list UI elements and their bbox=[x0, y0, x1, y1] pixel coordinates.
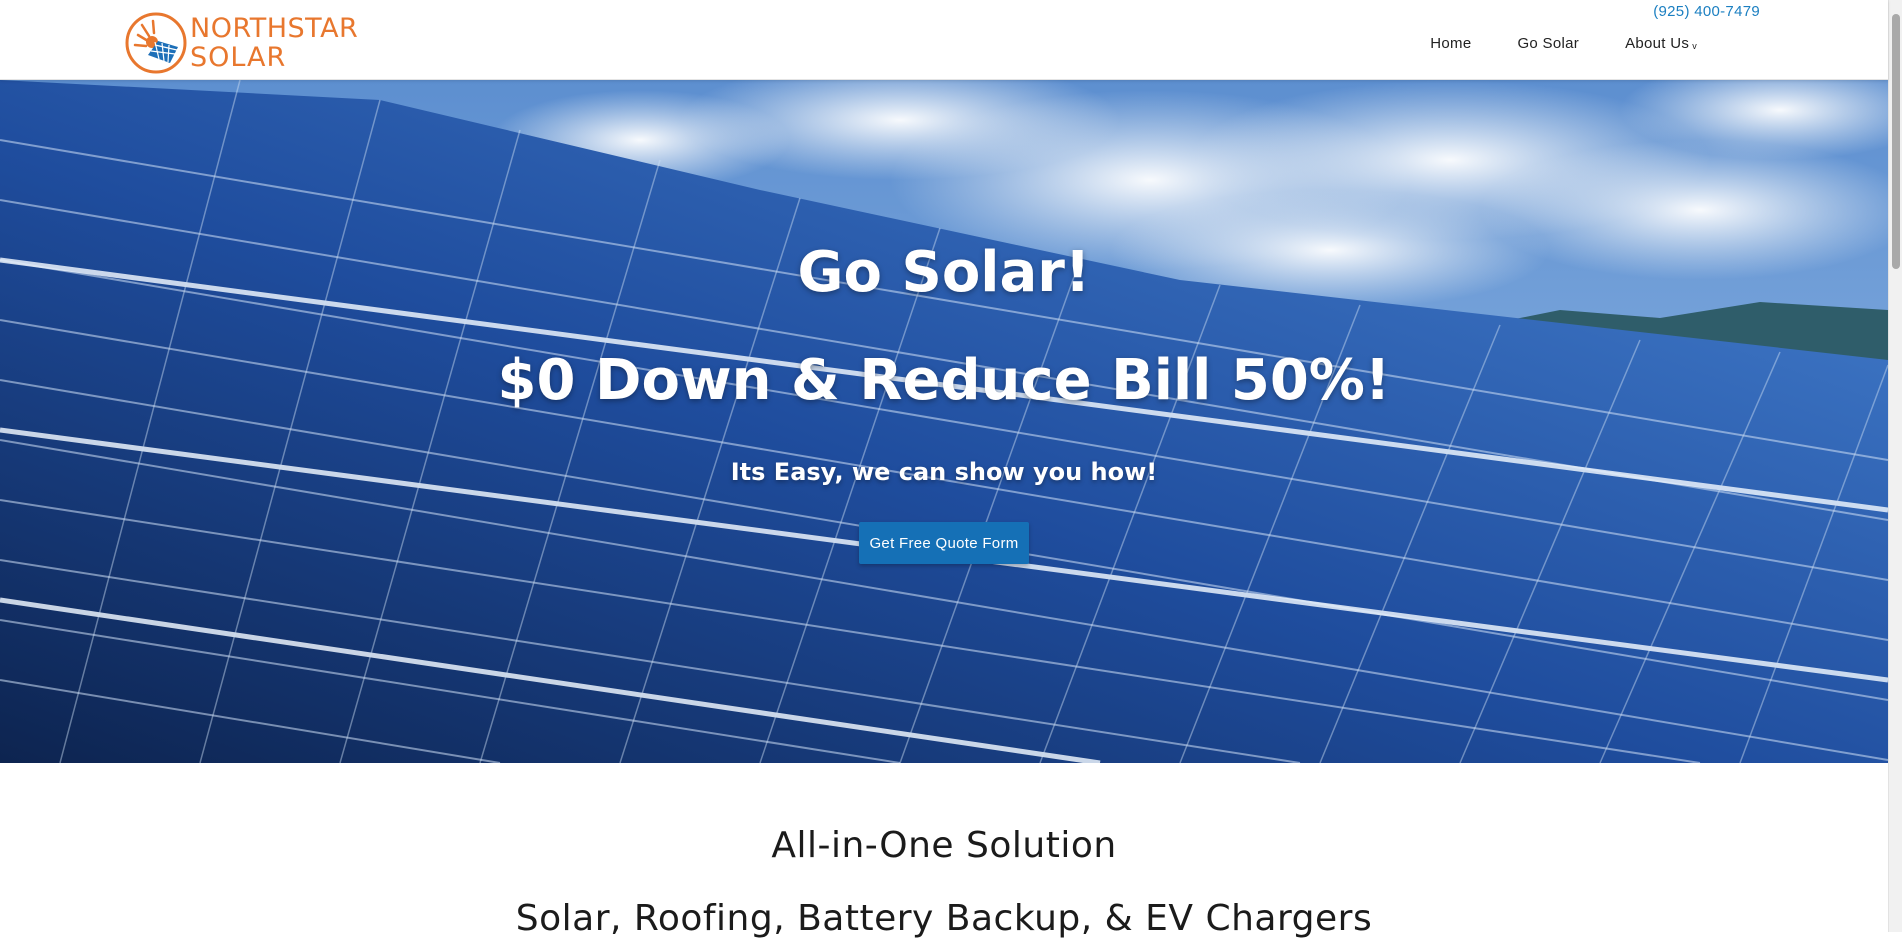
sun-over-solar-panel-icon bbox=[125, 12, 187, 74]
site-header: NORTHSTAR SOLAR (925) 400-7479 Home Go S… bbox=[0, 0, 1888, 80]
hero-title: Go Solar! bbox=[797, 240, 1091, 305]
hero-offer-headline: $0 Down & Reduce Bill 50%! bbox=[497, 348, 1391, 413]
nav-item-label: About Us bbox=[1625, 35, 1690, 52]
page-scrollbar[interactable] bbox=[1888, 0, 1902, 932]
logo-line-1: NORTHSTAR bbox=[190, 13, 359, 44]
hero-banner: Go Solar! $0 Down & Reduce Bill 50%! Its… bbox=[0, 80, 1888, 763]
nav-item-home[interactable]: Home bbox=[1407, 33, 1494, 54]
section-subtitle: Solar, Roofing, Battery Backup, & EV Cha… bbox=[515, 898, 1373, 939]
scrollbar-thumb[interactable] bbox=[1892, 14, 1900, 269]
site-logo[interactable]: NORTHSTAR SOLAR bbox=[124, 10, 394, 76]
logo-line-2: SOLAR bbox=[190, 42, 287, 73]
section-title: All-in-One Solution bbox=[771, 825, 1117, 866]
main-nav: Home Go Solar About Us v bbox=[1407, 33, 1720, 54]
nav-item-label: Home bbox=[1430, 35, 1472, 52]
hero-tagline: Its Easy, we can show you how! bbox=[730, 458, 1158, 486]
phone-link[interactable]: (925) 400-7479 bbox=[1653, 3, 1760, 20]
nav-item-about-us[interactable]: About Us v bbox=[1602, 33, 1720, 54]
chevron-down-icon: v bbox=[1692, 40, 1697, 51]
get-free-quote-button[interactable]: Get Free Quote Form bbox=[859, 522, 1029, 564]
nav-item-go-solar[interactable]: Go Solar bbox=[1494, 33, 1602, 54]
nav-item-label: Go Solar bbox=[1517, 35, 1580, 52]
hero-content: Go Solar! $0 Down & Reduce Bill 50%! Its… bbox=[0, 80, 1888, 763]
logo-wordmark: NORTHSTAR SOLAR bbox=[190, 15, 358, 71]
